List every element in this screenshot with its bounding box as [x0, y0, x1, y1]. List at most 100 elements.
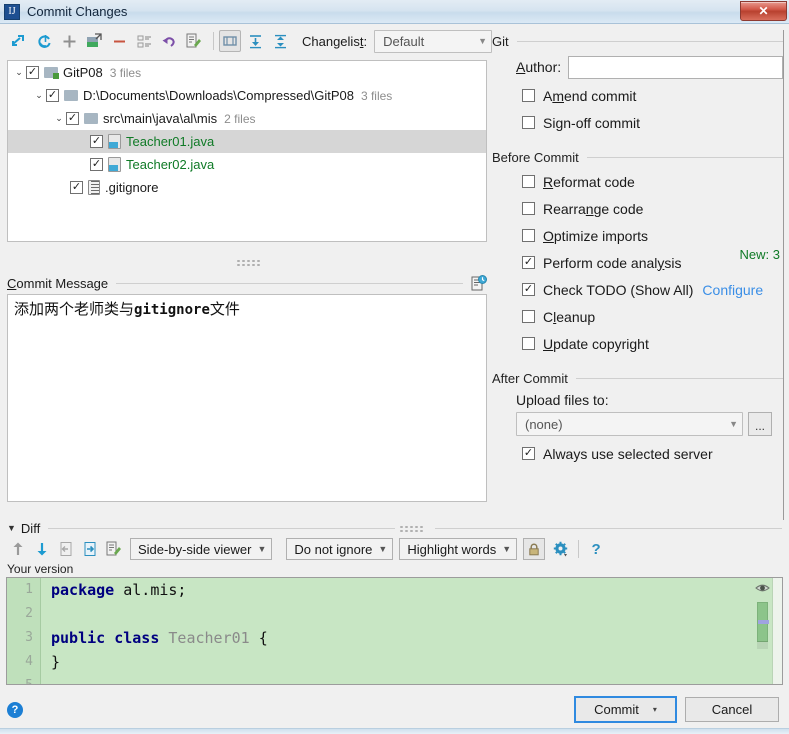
- edit-source-icon[interactable]: [183, 30, 205, 52]
- toolbar-separator: [578, 540, 580, 558]
- check-todo-option[interactable]: Check TODO (Show All) Configure: [492, 276, 783, 303]
- expand-all-icon[interactable]: [244, 30, 266, 52]
- commit-message-header: Commit Message: [7, 274, 487, 292]
- always-use-server-checkbox[interactable]: [522, 447, 535, 460]
- upload-server-combo[interactable]: (none) ▼: [516, 412, 743, 436]
- chevron-down-icon[interactable]: ▾: [653, 705, 657, 714]
- rearrange-code-option[interactable]: Rearrange code: [492, 195, 783, 222]
- tree-file-count: 3 files: [109, 65, 142, 80]
- cleanup-option[interactable]: Cleanup: [492, 303, 783, 330]
- update-copyright-checkbox[interactable]: [522, 337, 535, 350]
- collapse-triangle-icon[interactable]: ▼: [7, 523, 16, 533]
- rearrange-code-checkbox[interactable]: [522, 202, 535, 215]
- highlight-mode-combo[interactable]: Highlight words ▼: [399, 538, 518, 560]
- code-token: public class: [51, 629, 160, 647]
- line-number-gutter: 1 2 3 4 5: [7, 578, 41, 684]
- move-to-changelist-icon[interactable]: [83, 30, 105, 52]
- tree-file-count: 2 files: [224, 111, 256, 126]
- commit-history-icon[interactable]: [471, 275, 487, 291]
- collapse-all-icon[interactable]: [269, 30, 291, 52]
- tree-label: GitP08: [63, 65, 103, 80]
- diff-splitter-handle[interactable]: [399, 524, 424, 532]
- chevron-down-icon: ▼: [378, 544, 388, 554]
- tree-checkbox[interactable]: [70, 181, 83, 194]
- show-diff-icon[interactable]: [8, 30, 30, 52]
- tree-row-gitignore[interactable]: .gitignore: [8, 176, 486, 199]
- commit-button[interactable]: Commit ▾: [574, 696, 677, 723]
- commit-message-text-1: 添加两个老师类与: [14, 301, 135, 318]
- tree-checkbox[interactable]: [26, 66, 39, 79]
- edit-source-icon[interactable]: [102, 537, 126, 561]
- question-mark-icon[interactable]: ?: [584, 537, 608, 561]
- diff-code-viewer[interactable]: 1 2 3 4 5 package al.mis; public class T…: [6, 577, 783, 685]
- eye-icon[interactable]: [755, 582, 770, 594]
- author-input[interactable]: [568, 55, 783, 79]
- browse-servers-button[interactable]: ...: [748, 412, 772, 436]
- help-icon[interactable]: ?: [7, 702, 23, 718]
- group-by-icon[interactable]: [133, 30, 155, 52]
- diff-minimap[interactable]: [757, 602, 769, 642]
- optimize-imports-label: Optimize imports: [543, 227, 649, 244]
- cleanup-checkbox[interactable]: [522, 310, 535, 323]
- twisty-icon[interactable]: ⌄: [12, 67, 26, 78]
- update-copyright-label: Update copyright: [543, 335, 649, 352]
- tree-row-gitp08[interactable]: ⌄ GitP08 3 files: [8, 61, 486, 84]
- perform-code-analysis-checkbox[interactable]: [522, 256, 535, 269]
- tree-label: src\main\java\al\mis: [103, 111, 218, 126]
- cancel-button[interactable]: Cancel: [685, 697, 779, 722]
- refresh-icon[interactable]: [33, 30, 55, 52]
- tree-row-srcpath[interactable]: ⌄ src\main\java\al\mis 2 files: [8, 107, 486, 130]
- tree-row-teacher02[interactable]: Teacher02.java: [8, 153, 486, 176]
- group-by-directory-icon[interactable]: [219, 30, 241, 52]
- twisty-icon[interactable]: ⌄: [52, 113, 66, 124]
- lock-icon[interactable]: [523, 538, 546, 560]
- delete-icon[interactable]: [108, 30, 130, 52]
- dialog-footer: ? Commit ▾ Cancel: [0, 688, 789, 734]
- previous-difference-icon[interactable]: [6, 537, 30, 561]
- tree-row-teacher01[interactable]: Teacher01.java: [8, 130, 486, 153]
- add-icon[interactable]: [58, 30, 80, 52]
- accept-right-icon[interactable]: [78, 537, 102, 561]
- reformat-code-label: Reformat code: [543, 173, 635, 190]
- tree-checkbox[interactable]: [46, 89, 59, 102]
- amend-commit-option[interactable]: Amend commit: [492, 82, 783, 109]
- update-copyright-option[interactable]: Update copyright: [492, 330, 783, 357]
- tree-label: Teacher02.java: [126, 157, 215, 172]
- check-todo-checkbox[interactable]: [522, 283, 535, 296]
- sign-off-commit-option[interactable]: Sign-off commit: [492, 109, 783, 136]
- code-scrollbar[interactable]: [772, 578, 782, 684]
- viewer-mode-combo[interactable]: Side-by-side viewer ▼: [130, 538, 273, 560]
- optimize-imports-checkbox[interactable]: [522, 229, 535, 242]
- rollback-icon[interactable]: [158, 30, 180, 52]
- configure-link[interactable]: Configure: [702, 282, 763, 298]
- gear-icon[interactable]: [549, 537, 573, 561]
- close-button[interactable]: ✕: [740, 1, 787, 21]
- tree-checkbox[interactable]: [90, 135, 103, 148]
- always-use-server-option[interactable]: Always use selected server: [492, 440, 783, 467]
- check-todo-label: Check TODO (Show All): [543, 281, 694, 298]
- accept-left-icon[interactable]: [54, 537, 78, 561]
- changed-files-tree[interactable]: ⌄ GitP08 3 files ⌄ D:\Documents\Download…: [7, 60, 487, 242]
- ignore-mode-value: Do not ignore: [294, 541, 373, 557]
- minimap-marker: [758, 620, 769, 624]
- twisty-icon[interactable]: ⌄: [32, 90, 46, 101]
- tree-row-path[interactable]: ⌄ D:\Documents\Downloads\Compressed\GitP…: [8, 84, 486, 107]
- optimize-imports-option[interactable]: Optimize imports: [492, 222, 783, 249]
- reformat-code-checkbox[interactable]: [522, 175, 535, 188]
- line-number: 3: [25, 630, 33, 645]
- next-difference-icon[interactable]: [30, 537, 54, 561]
- perform-code-analysis-option[interactable]: Perform code analysis: [492, 249, 783, 276]
- sign-off-commit-checkbox[interactable]: [522, 116, 535, 129]
- diff-section-header: ▼ Diff: [7, 520, 782, 536]
- ignore-mode-combo[interactable]: Do not ignore ▼: [286, 538, 394, 560]
- tree-checkbox[interactable]: [90, 158, 103, 171]
- after-commit-header: After Commit: [492, 371, 783, 386]
- tree-splitter-handle[interactable]: [236, 259, 260, 266]
- reformat-code-option[interactable]: Reformat code: [492, 168, 783, 195]
- sign-off-commit-label: Sign-off commit: [543, 114, 641, 131]
- changelist-combo[interactable]: Default ▼: [374, 29, 493, 53]
- tree-checkbox[interactable]: [66, 112, 79, 125]
- commit-message-input[interactable]: 添加两个老师类与gitignore文件: [7, 294, 487, 502]
- amend-commit-checkbox[interactable]: [522, 89, 535, 102]
